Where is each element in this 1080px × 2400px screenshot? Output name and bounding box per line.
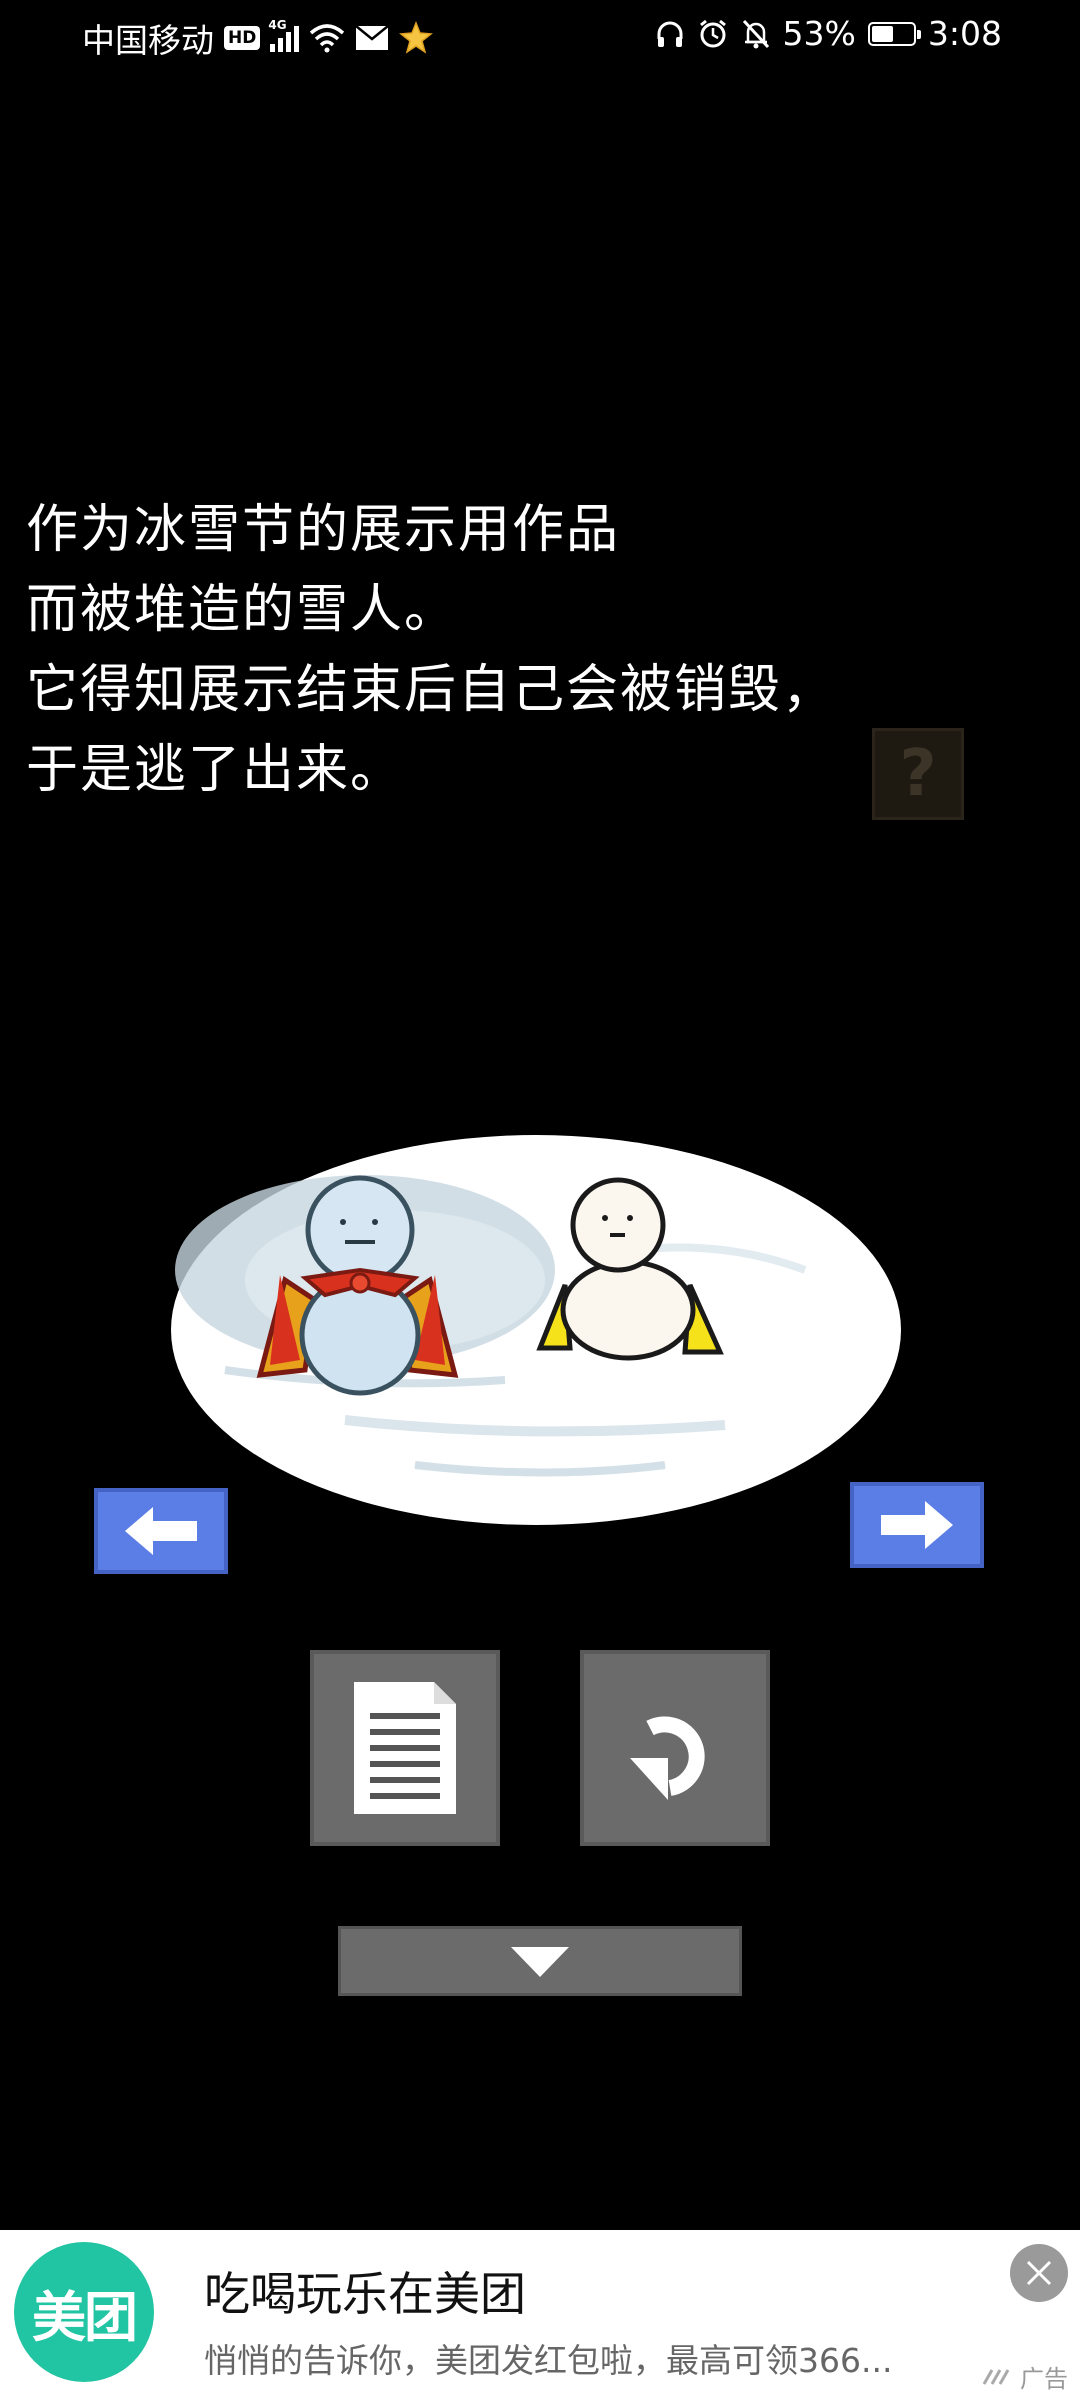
arrow-right-icon bbox=[881, 1501, 953, 1549]
ad-close-button[interactable] bbox=[1010, 2244, 1068, 2302]
hint-button[interactable]: ? bbox=[872, 728, 964, 820]
undo-icon bbox=[630, 1716, 705, 1800]
carrier-name: 中国移动 bbox=[82, 21, 214, 60]
expand-button[interactable] bbox=[338, 1926, 742, 1996]
story-line: 它得知展示结束后自己会被销毁， bbox=[26, 660, 837, 720]
story-line: 而被堆造的雪人。 bbox=[26, 580, 459, 640]
battery-icon bbox=[867, 21, 921, 46]
ad-tag-text: 广告 bbox=[1020, 2365, 1068, 2393]
ad-title: 吃喝玩乐在美团 bbox=[204, 2267, 526, 2321]
network-type: 4G bbox=[268, 18, 287, 32]
hd-badge: HD bbox=[224, 26, 261, 50]
ad-banner[interactable]: 美团 吃喝玩乐在美团 悄悄的告诉你，美团发红包啦，最高可领366... 广告 bbox=[0, 2230, 1080, 2400]
arrow-left-icon bbox=[125, 1507, 197, 1555]
question-mark-icon: ? bbox=[899, 737, 937, 811]
close-icon bbox=[1026, 2260, 1052, 2286]
star-icon bbox=[399, 21, 434, 54]
status-bar: 中国移动 HD 4G 53% 3:08 bbox=[0, 0, 1080, 72]
wifi-icon bbox=[310, 24, 345, 53]
ad-network-icon bbox=[982, 2368, 1010, 2385]
mute-bell-icon bbox=[742, 19, 769, 48]
cellular-signal-icon: 4G bbox=[268, 18, 300, 52]
ad-subtitle: 悄悄的告诉你，美团发红包啦，最高可领366... bbox=[204, 2341, 893, 2380]
chevron-down-icon bbox=[511, 1947, 569, 1977]
snowman-scene-illustration bbox=[171, 1135, 901, 1525]
clock: 3:08 bbox=[927, 14, 1002, 53]
battery-fill bbox=[871, 25, 893, 42]
status-bar-right: 53% 3:08 bbox=[655, 14, 1002, 53]
meituan-logo: 美团 bbox=[14, 2242, 154, 2382]
next-button[interactable] bbox=[850, 1482, 984, 1568]
document-icon bbox=[354, 1682, 456, 1814]
story-text: 作为冰雪节的展示用作品 而被堆造的雪人。 它得知展示结束后自己会被销毁， 于是逃… bbox=[26, 490, 836, 810]
mail-icon bbox=[355, 25, 390, 50]
alarm-icon bbox=[699, 19, 726, 47]
prev-button[interactable] bbox=[94, 1488, 228, 1574]
story-line: 于是逃了出来。 bbox=[26, 740, 405, 800]
story-line: 作为冰雪节的展示用作品 bbox=[26, 500, 621, 560]
ad-label: 广告 bbox=[982, 2359, 1068, 2394]
document-button[interactable] bbox=[310, 1650, 500, 1846]
status-bar-left: 中国移动 HD 4G bbox=[82, 14, 434, 62]
undo-button[interactable] bbox=[580, 1650, 770, 1846]
battery-percent: 53% bbox=[782, 14, 856, 53]
headphones-icon bbox=[657, 21, 683, 47]
